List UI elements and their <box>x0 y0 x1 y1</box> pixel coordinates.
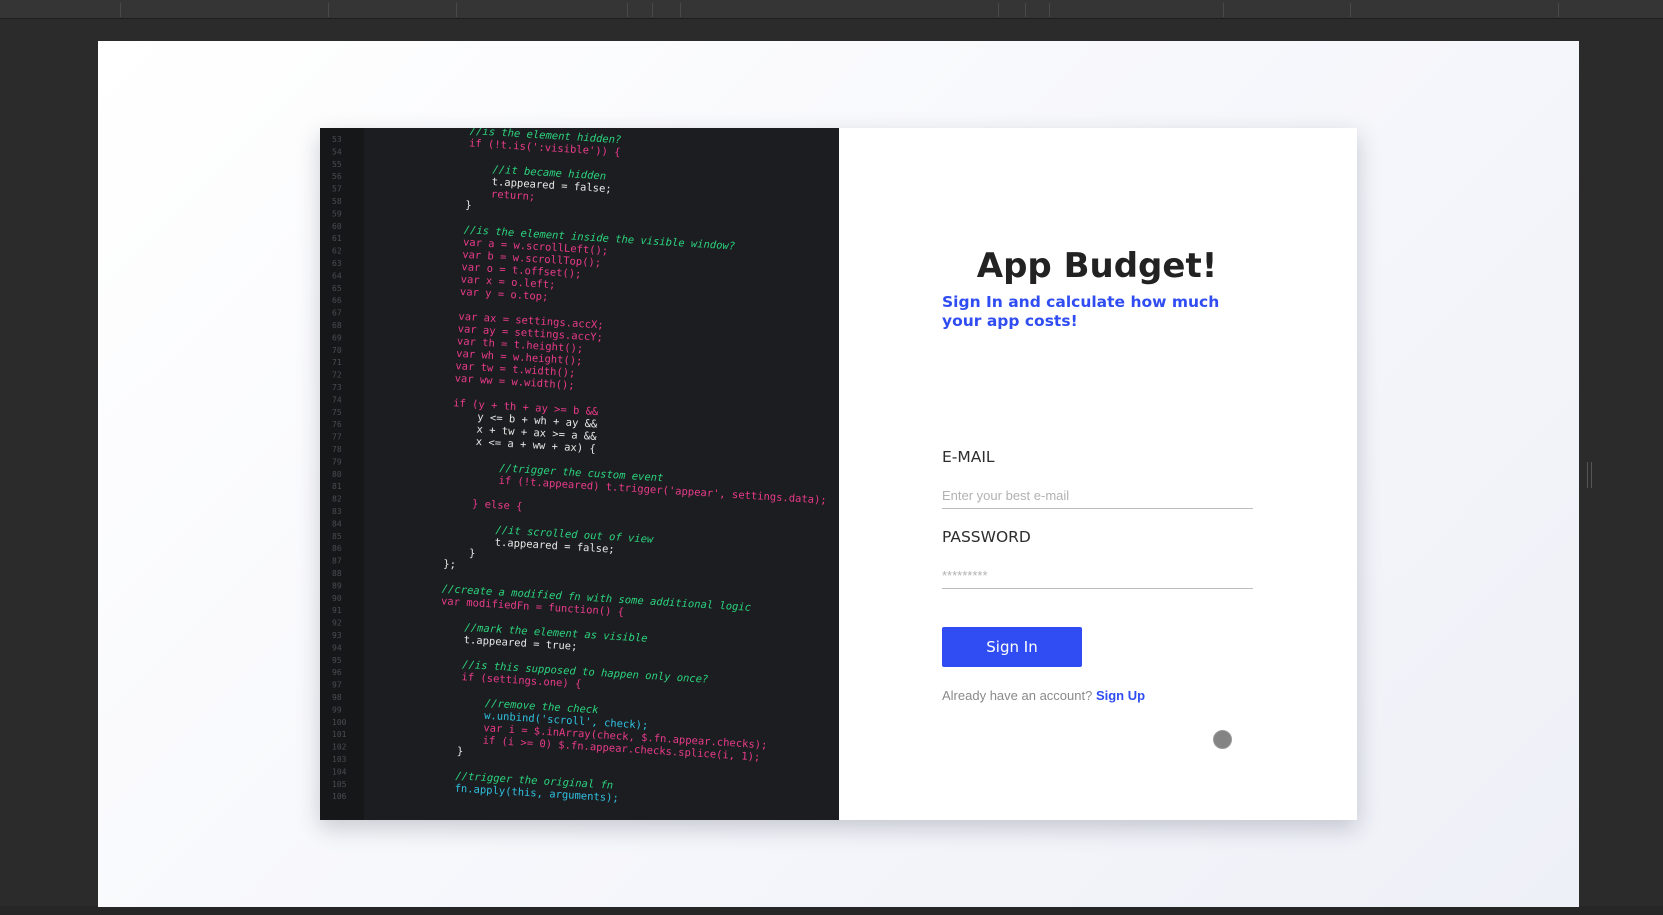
line-number: 79 <box>332 457 342 466</box>
app-title: App Budget! <box>976 246 1218 286</box>
line-number: 58 <box>332 197 342 206</box>
toolbar-divider <box>456 3 457 17</box>
toolbar-divider <box>998 3 999 17</box>
password-field[interactable] <box>942 562 1253 589</box>
line-number: 54 <box>332 147 342 156</box>
line-number: 105 <box>332 780 347 789</box>
line-number: 74 <box>332 395 342 404</box>
line-number: 82 <box>332 495 342 504</box>
signup-prompt-text: Already have an account? <box>942 688 1093 703</box>
line-number: 63 <box>332 259 342 268</box>
sign-in-button[interactable]: Sign In <box>942 627 1082 667</box>
toolbar-divider <box>1025 3 1026 17</box>
toolbar-divider <box>1049 3 1050 17</box>
line-number: 97 <box>332 681 342 690</box>
toolbar-divider <box>1350 3 1351 17</box>
line-number: 75 <box>332 408 342 417</box>
login-form: App Budget! Sign In and calculate how mu… <box>839 128 1357 820</box>
line-number: 94 <box>332 643 342 652</box>
line-number: 90 <box>332 594 342 603</box>
line-number: 65 <box>332 284 342 293</box>
line-number: 96 <box>332 668 342 677</box>
line-number: 72 <box>332 371 342 380</box>
signup-prompt: Already have an account? Sign Up <box>942 688 1145 703</box>
line-number: 100 <box>332 718 347 727</box>
browser-toolbar <box>0 0 1663 19</box>
toolbar-divider <box>1558 3 1559 17</box>
code-line: } <box>465 199 472 211</box>
line-number: 80 <box>332 470 342 479</box>
line-number: 57 <box>332 185 342 194</box>
line-number: 83 <box>332 507 342 516</box>
code-image: //is the element hidden? if (!t.is(':visi… <box>320 128 839 820</box>
line-number: 81 <box>332 482 342 491</box>
toolbar-divider <box>680 3 681 17</box>
line-number: 102 <box>332 743 347 752</box>
line-number: 91 <box>332 606 342 615</box>
line-number: 104 <box>332 767 347 776</box>
toolbar-divider <box>1223 3 1224 17</box>
line-number: 64 <box>332 271 342 280</box>
line-number: 89 <box>332 581 342 590</box>
code-line: } <box>469 547 476 559</box>
line-number: 87 <box>332 557 342 566</box>
line-number: 70 <box>332 346 342 355</box>
line-number: 99 <box>332 705 342 714</box>
line-number: 71 <box>332 358 342 367</box>
line-number: 95 <box>332 656 342 665</box>
line-number: 85 <box>332 532 342 541</box>
page-viewport: //is the element hidden? if (!t.is(':visi… <box>98 41 1579 907</box>
toolbar-divider <box>627 3 628 17</box>
line-number: 101 <box>332 730 347 739</box>
line-number: 61 <box>332 234 342 243</box>
line-number: 62 <box>332 247 342 256</box>
line-number: 76 <box>332 420 342 429</box>
line-number: 73 <box>332 383 342 392</box>
line-number: 106 <box>332 792 347 801</box>
email-label: E-MAIL <box>942 448 995 466</box>
email-field[interactable] <box>942 482 1253 509</box>
login-card: //is the element hidden? if (!t.is(':visi… <box>320 128 1357 820</box>
resize-handle[interactable] <box>1587 462 1592 488</box>
bottom-bar <box>0 906 1663 915</box>
line-number: 69 <box>332 333 342 342</box>
app-subtitle: Sign In and calculate how much your app … <box>942 293 1220 330</box>
line-number: 92 <box>332 619 342 628</box>
line-number: 60 <box>332 222 342 231</box>
line-number: 98 <box>332 693 342 702</box>
line-number: 55 <box>332 160 342 169</box>
code-line: } <box>457 745 464 757</box>
line-number: 78 <box>332 445 342 454</box>
toolbar-divider <box>652 3 653 17</box>
toolbar-divider <box>328 3 329 17</box>
line-number: 67 <box>332 309 342 318</box>
line-number: 93 <box>332 631 342 640</box>
code-screenshot-graphic: //is the element hidden?if (!t.is(':visi… <box>320 128 839 820</box>
line-number: 103 <box>332 755 347 764</box>
line-number: 86 <box>332 544 342 553</box>
line-number: 88 <box>332 569 342 578</box>
line-number: 77 <box>332 433 342 442</box>
toolbar-divider <box>120 3 121 17</box>
password-label: PASSWORD <box>942 528 1031 546</box>
line-number: 84 <box>332 519 342 528</box>
line-number: 66 <box>332 296 342 305</box>
line-number: 56 <box>332 172 342 181</box>
sign-up-link[interactable]: Sign Up <box>1096 688 1145 703</box>
line-number: 59 <box>332 209 342 218</box>
line-number: 68 <box>332 321 342 330</box>
code-line: }; <box>443 558 456 571</box>
line-number: 53 <box>332 135 342 144</box>
